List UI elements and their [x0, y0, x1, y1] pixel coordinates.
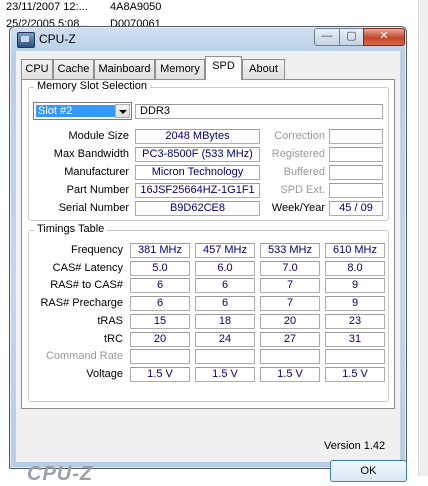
cas-latency-label: CAS# Latency	[52, 261, 123, 274]
manufacturer-label: Manufacturer	[64, 166, 129, 178]
voltage-value: 1.5 V	[130, 366, 190, 382]
slot-select[interactable]: Slot #2	[33, 102, 132, 120]
tab-cache[interactable]: Cache	[53, 59, 94, 79]
slot-select-value: Slot #2	[36, 105, 116, 117]
module-size-label: Module Size	[68, 130, 129, 142]
ras-precharge-value: 6	[195, 296, 255, 312]
ras-to-cas-label: RAS# to CAS#	[50, 279, 123, 292]
manufacturer-field: Micron Technology	[135, 165, 260, 180]
frequency-value: 610 MHz	[325, 243, 385, 258]
ras-to-cas-value: 6	[195, 278, 255, 294]
max-bandwidth-label: Max Bandwidth	[53, 148, 129, 160]
ras-precharge-value: 6	[130, 296, 190, 312]
spd-ext-label: SPD Ext.	[280, 184, 325, 196]
command-rate-label: Command Rate	[45, 350, 123, 363]
timings-group-label: Timings Table	[34, 223, 108, 235]
registered-label: Registered	[271, 148, 325, 160]
background-date: 23/11/2007 12:...	[6, 1, 88, 13]
part-number-field: 16JSF25664HZ-1G1F1	[135, 183, 260, 198]
tab-about[interactable]: About	[242, 59, 285, 79]
correction-field	[329, 129, 383, 144]
ras-to-cas-value: 7	[260, 278, 320, 294]
version-label: Version 1.42	[324, 440, 386, 452]
ras-precharge-label: RAS# Precharge	[40, 297, 123, 310]
command-rate-value	[260, 349, 320, 365]
command-rate-value	[325, 349, 385, 365]
spd-tab-panel: Memory Slot Selection Slot #2 DDR3 Modul…	[21, 79, 395, 409]
tras-value: 20	[260, 313, 320, 329]
memory-slot-group-label: Memory Slot Selection	[34, 80, 151, 92]
serial-number-field: B9D62CE8	[135, 201, 260, 216]
tab-cpu[interactable]: CPU	[21, 59, 53, 79]
trc-value: 31	[325, 331, 385, 347]
background-list-row: 23/11/2007 12:... 4A8A9050	[6, 1, 161, 13]
chevron-down-icon[interactable]	[115, 104, 130, 118]
tab-memory[interactable]: Memory	[155, 59, 205, 79]
serial-number-label: Serial Number	[58, 202, 129, 214]
cas-latency-value: 6.0	[195, 260, 255, 276]
tab-spd[interactable]: SPD	[205, 56, 242, 80]
cpuz-brand-logo: CPU-Z	[27, 463, 94, 485]
voltage-label: Voltage	[86, 367, 123, 380]
timings-group: Timings Table Frequency 381 MHz 457 MHz 533…	[28, 223, 389, 402]
title-bar[interactable]: CPU-Z — ▢ ✕	[10, 27, 406, 51]
buffered-field	[329, 165, 383, 180]
cas-latency-value: 7.0	[260, 260, 320, 276]
frequency-value: 533 MHz	[260, 243, 320, 258]
spd-ext-field	[329, 183, 383, 198]
command-rate-value	[130, 349, 190, 365]
module-size-field: 2048 MBytes	[135, 129, 260, 144]
cas-latency-value: 8.0	[325, 260, 385, 276]
trc-value: 20	[130, 331, 190, 347]
window-title: CPU-Z	[39, 32, 76, 46]
week-year-label: Week/Year	[271, 202, 325, 214]
command-rate-value	[195, 349, 255, 365]
ras-to-cas-value: 6	[130, 278, 190, 294]
trc-label: tRC	[104, 332, 123, 345]
voltage-value: 1.5 V	[260, 366, 320, 382]
background-code: 4A8A9050	[110, 1, 162, 13]
close-button[interactable]: ✕	[363, 28, 405, 46]
tras-value: 15	[130, 313, 190, 329]
memory-type-field: DDR3	[135, 104, 383, 119]
frequency-value: 457 MHz	[195, 243, 255, 258]
tras-value: 18	[195, 313, 255, 329]
ras-precharge-value: 9	[325, 296, 385, 312]
correction-label: Correction	[274, 130, 325, 142]
cas-latency-value: 5.0	[130, 260, 190, 276]
week-year-field: 45 / 09	[329, 201, 383, 216]
tras-label: tRAS	[97, 314, 123, 327]
minimize-button[interactable]: —	[314, 28, 340, 46]
frequency-label: Frequency	[71, 244, 123, 256]
trc-value: 27	[260, 331, 320, 347]
tras-value: 23	[325, 313, 385, 329]
ok-button[interactable]: OK	[330, 460, 407, 482]
frequency-value: 381 MHz	[130, 243, 190, 258]
buffered-label: Buffered	[283, 166, 325, 178]
memory-slot-group: Memory Slot Selection Slot #2 DDR3 Modul…	[28, 80, 389, 221]
maximize-button[interactable]: ▢	[339, 28, 364, 46]
ras-precharge-value: 7	[260, 296, 320, 312]
window-client-area: CPU Cache Mainboard Memory SPD About Mem…	[16, 51, 407, 485]
voltage-value: 1.5 V	[325, 366, 385, 382]
part-number-label: Part Number	[66, 184, 129, 196]
ras-to-cas-value: 9	[325, 278, 385, 294]
cpuz-app-icon	[17, 32, 35, 48]
tab-mainboard[interactable]: Mainboard	[94, 59, 155, 79]
cpuz-window: CPU-Z — ▢ ✕ CPU Cache Mainboard Memory S…	[9, 26, 407, 485]
background-scrollbar[interactable]	[418, 0, 428, 476]
voltage-value: 1.5 V	[195, 366, 255, 382]
trc-value: 24	[195, 331, 255, 347]
max-bandwidth-field: PC3-8500F (533 MHz)	[135, 147, 260, 162]
registered-field	[329, 147, 383, 162]
